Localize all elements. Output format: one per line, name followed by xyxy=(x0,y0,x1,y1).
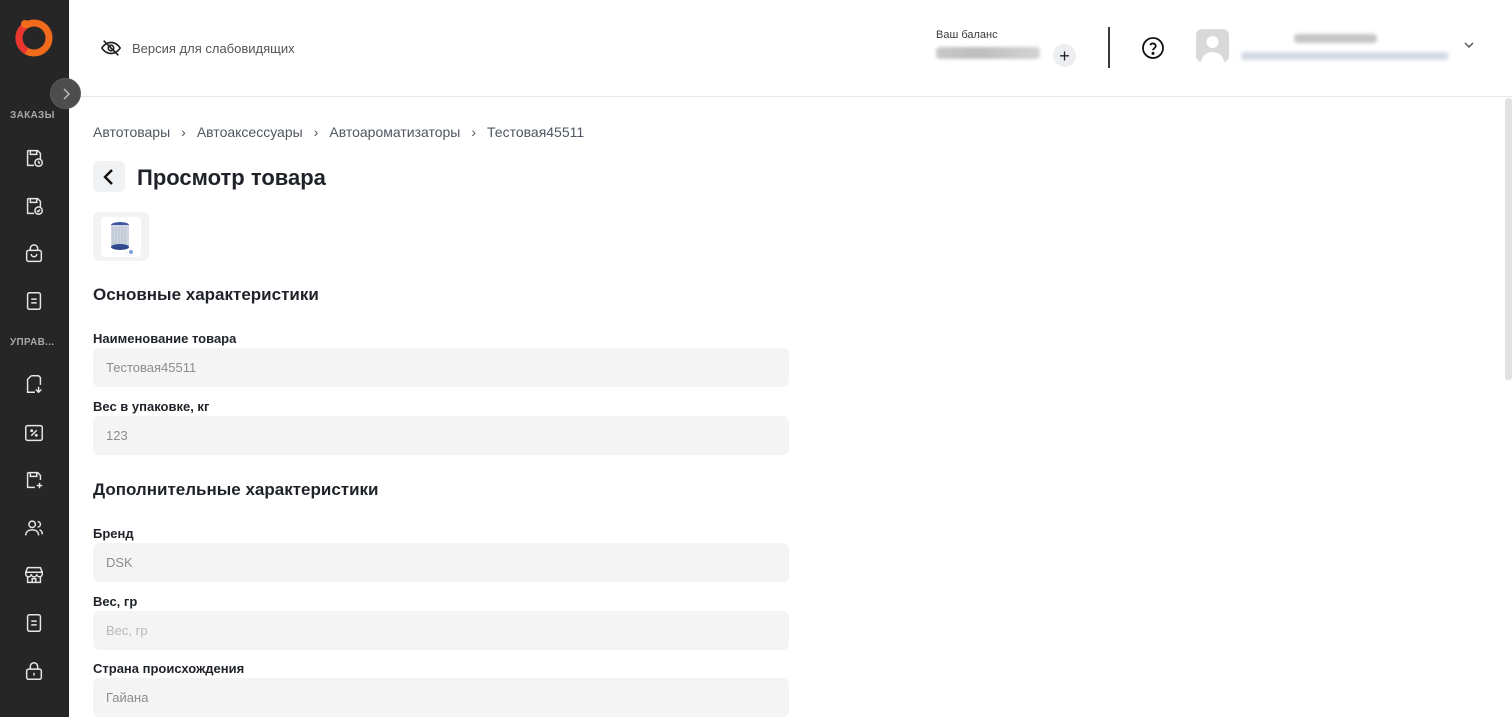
store-icon xyxy=(25,566,43,584)
avatar[interactable] xyxy=(1196,29,1229,62)
breadcrumb-item[interactable]: Автотовары xyxy=(93,124,170,140)
sidebar-item-security[interactable] xyxy=(22,659,46,683)
report-document-icon xyxy=(26,614,42,632)
add-product-icon xyxy=(26,471,43,489)
balance-block: Ваш баланс xyxy=(936,29,1040,59)
accessibility-label: Версия для слабовидящих xyxy=(132,40,295,56)
field-label-package-weight: Вес в упаковке, кг xyxy=(93,399,210,414)
sidebar-item-discounts[interactable] xyxy=(22,421,46,445)
breadcrumb: Автотовары › Автоаксессуары › Автоаромат… xyxy=(93,124,584,140)
sidebar-item-purchases[interactable] xyxy=(22,242,46,266)
brand-logo[interactable] xyxy=(14,17,54,57)
help-icon[interactable] xyxy=(1141,36,1165,60)
package-weight-field[interactable]: 123 xyxy=(93,416,789,455)
chevron-right-icon xyxy=(62,87,70,100)
shopping-bag-icon xyxy=(25,244,43,263)
balance-value-redacted xyxy=(936,47,1040,59)
sidebar-item-reports[interactable] xyxy=(22,611,46,635)
balance-label: Ваш баланс xyxy=(936,29,998,41)
sidebar-section-management: УПРАВ... xyxy=(10,337,55,348)
user-name-redacted[interactable] xyxy=(1294,34,1377,43)
country-of-origin-field[interactable]: Гайана xyxy=(93,678,789,717)
field-label-country: Страна происхождения xyxy=(93,661,245,676)
product-name-field[interactable]: Тестовая45511 xyxy=(93,348,789,387)
header-divider xyxy=(1108,27,1110,68)
user-silhouette-icon xyxy=(1201,36,1224,62)
brand-field[interactable]: DSK xyxy=(93,543,789,582)
top-header: Версия для слабовидящих Ваш баланс + xyxy=(69,0,1512,97)
breadcrumb-item[interactable]: Автоароматизаторы xyxy=(329,124,460,140)
breadcrumb-separator-icon: › xyxy=(471,124,477,140)
page-title: Просмотр товара xyxy=(137,165,326,190)
sidebar-item-users[interactable] xyxy=(22,516,46,540)
section-title-additional: Дополнительные характеристики xyxy=(93,480,379,499)
sidebar-section-orders: ЗАКАЗЫ xyxy=(10,110,55,121)
breadcrumb-separator-icon: › xyxy=(313,124,319,140)
product-image-thumbnail[interactable] xyxy=(93,212,149,261)
chevron-left-icon xyxy=(103,168,113,185)
lock-icon xyxy=(25,662,43,680)
user-organization-redacted[interactable] xyxy=(1241,52,1449,60)
sidebar-expand-button[interactable] xyxy=(50,78,81,109)
section-title-main: Основные характеристики xyxy=(93,285,319,304)
users-icon xyxy=(25,520,43,536)
field-label-weight-gr: Вес, гр xyxy=(93,594,138,609)
back-button[interactable] xyxy=(93,161,125,192)
sidebar-item-orders-done[interactable] xyxy=(22,194,46,218)
chevron-down-icon[interactable] xyxy=(1462,38,1476,52)
document-icon xyxy=(26,292,42,310)
return-document-icon xyxy=(26,375,42,394)
sidebar-item-returns[interactable] xyxy=(22,372,46,396)
page-scrollbar[interactable] xyxy=(1505,98,1512,380)
sidebar-item-orders-pending[interactable] xyxy=(22,146,46,170)
order-check-icon xyxy=(26,197,43,215)
order-clock-icon xyxy=(26,149,43,167)
accessibility-toggle[interactable]: Версия для слабовидящих xyxy=(100,37,295,59)
breadcrumb-current: Тестовая45511 xyxy=(487,124,585,140)
weight-gr-field[interactable]: Вес, гр xyxy=(93,611,789,650)
add-balance-button[interactable]: + xyxy=(1053,44,1076,67)
field-label-brand: Бренд xyxy=(93,526,134,541)
sidebar-item-add-product[interactable] xyxy=(22,468,46,492)
sidebar-item-documents[interactable] xyxy=(22,289,46,313)
sidebar-item-store[interactable] xyxy=(22,563,46,587)
product-image xyxy=(111,221,133,254)
discount-icon xyxy=(25,424,43,442)
field-label-product-name: Наименование товара xyxy=(93,331,237,346)
eye-off-icon xyxy=(100,40,122,56)
breadcrumb-separator-icon: › xyxy=(181,124,186,140)
breadcrumb-item[interactable]: Автоаксессуары xyxy=(197,124,303,140)
